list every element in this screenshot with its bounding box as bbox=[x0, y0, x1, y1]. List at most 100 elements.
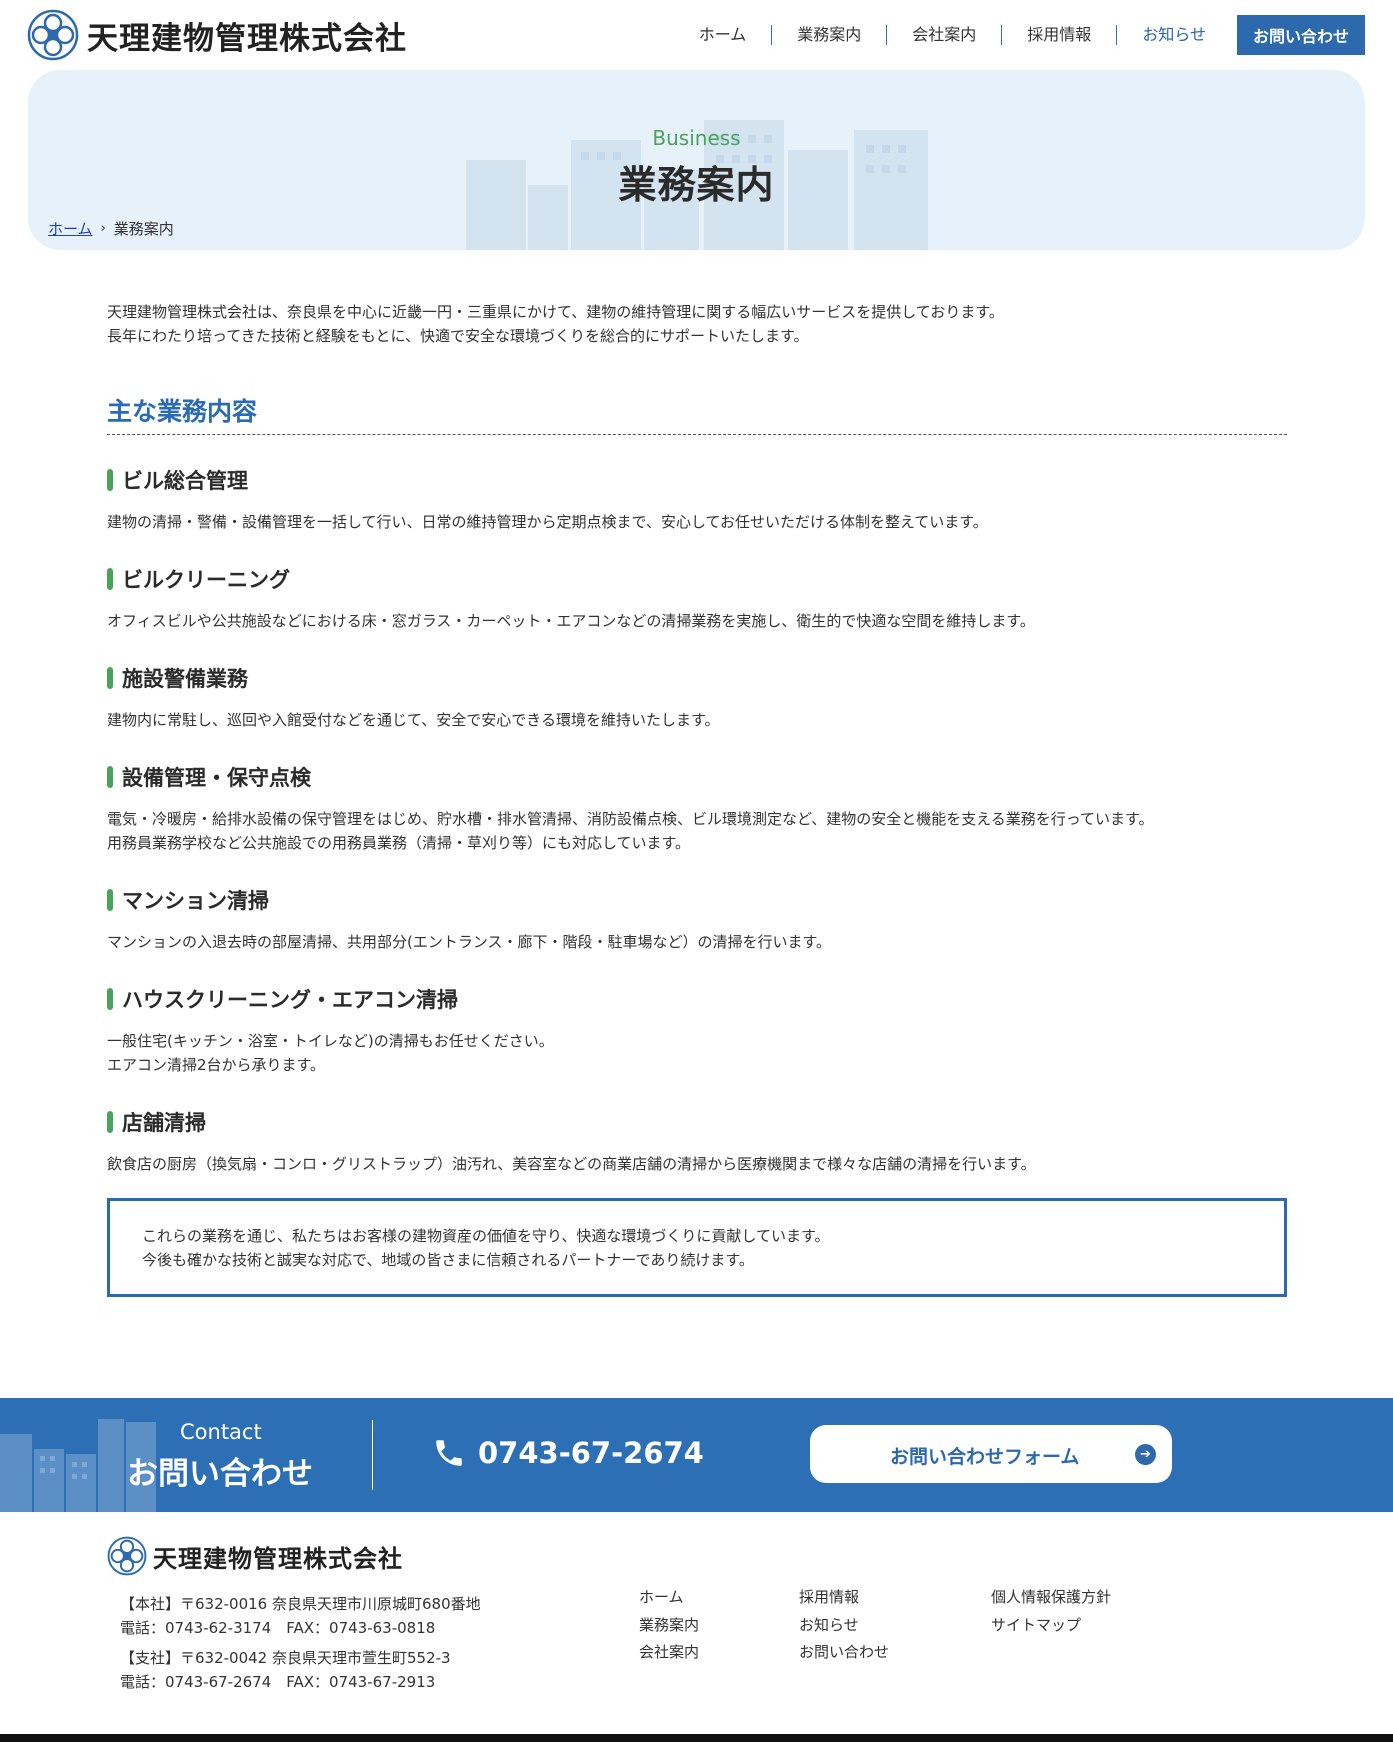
heading-accent-bar bbox=[107, 766, 113, 788]
nav-recruit[interactable]: 採用情報 bbox=[1002, 25, 1118, 45]
footer-link-sitemap[interactable]: サイトマップ bbox=[991, 1612, 1111, 1640]
intro-line: 天理建物管理株式会社は、奈良県を中心に近畿一円・三重県にかけて、建物の維持管理に… bbox=[107, 303, 1004, 321]
heading-accent-bar bbox=[107, 1111, 113, 1133]
footer-link-contact[interactable]: お問い合わせ bbox=[799, 1639, 889, 1667]
branch-address: 【支社】〒632-0042 奈良県天理市萱生町552-3 bbox=[120, 1649, 451, 1667]
service-description: オフィスビルや公共施設などにおける床・窓ガラス・カーペット・エアコンなどの清掃業… bbox=[107, 609, 1287, 633]
heading-accent-bar bbox=[107, 568, 113, 590]
service-description-line: 用務員業務学校など公共施設での用務員業務（清掃・草刈り等）にも対応しています。 bbox=[107, 834, 691, 852]
service-description-line: 電気・冷暖房・給排水設備の保守管理をはじめ、貯水槽・排水管清掃、消防設備点検、ビ… bbox=[107, 810, 1154, 828]
site-header: 天理建物管理株式会社 ホーム 業務案内 会社案内 採用情報 お知らせ お問い合わ… bbox=[0, 0, 1393, 70]
service-description: 飲食店の厨房（換気扇・コンロ・グリストラップ）油汚れ、美容室などの商業店舗の清掃… bbox=[107, 1152, 1287, 1176]
service-title: ビルクリーニング bbox=[122, 568, 290, 592]
footer-bottom-bar bbox=[0, 1734, 1393, 1742]
service-heading: 施設警備業務 bbox=[107, 663, 1287, 693]
footer-link-company[interactable]: 会社案内 bbox=[639, 1639, 699, 1667]
service-heading: マンション清掃 bbox=[107, 885, 1287, 915]
footer-nav-col: 個人情報保護方針 サイトマップ bbox=[991, 1584, 1111, 1639]
service-title: 施設警備業務 bbox=[122, 667, 248, 691]
service-description-line: 建物の清掃・警備・設備管理を一括して行い、日常の維持管理から定期点検まで、安心し… bbox=[107, 513, 988, 531]
intro-text: 天理建物管理株式会社は、奈良県を中心に近畿一円・三重県にかけて、建物の維持管理に… bbox=[107, 300, 1287, 348]
heading-accent-bar bbox=[107, 667, 113, 689]
company-address: 【本社】〒632-0016 奈良県天理市川原城町680番地 電話：0743-62… bbox=[120, 1592, 481, 1694]
breadcrumb-separator: › bbox=[100, 221, 106, 236]
service-item: マンション清掃 マンションの入退去時の部屋清掃、共用部分(エントランス・廊下・階… bbox=[107, 885, 1287, 954]
service-description: 建物内に常駐し、巡回や入館受付などを通じて、安全で安心できる環境を維持いたします… bbox=[107, 708, 1287, 732]
service-heading: 店舗清掃 bbox=[107, 1107, 1287, 1137]
global-nav: ホーム 業務案内 会社案内 採用情報 お知らせ お問い合わせ bbox=[674, 15, 1365, 55]
service-heading: ビルクリーニング bbox=[107, 564, 1287, 594]
service-item: ビルクリーニング オフィスビルや公共施設などにおける床・窓ガラス・カーペット・エ… bbox=[107, 564, 1287, 633]
logo-text: 天理建物管理株式会社 bbox=[87, 20, 407, 57]
site-logo[interactable]: 天理建物管理株式会社 bbox=[27, 9, 407, 61]
service-item: 設備管理・保守点検 電気・冷暖房・給排水設備の保守管理をはじめ、貯水槽・排水管清… bbox=[107, 762, 1287, 855]
service-heading: ハウスクリーニング・エアコン清掃 bbox=[107, 984, 1287, 1014]
footer-nav-col: 採用情報 お知らせ お問い合わせ bbox=[799, 1584, 889, 1667]
page-title: 業務案内 bbox=[618, 163, 775, 207]
service-title: ビル総合管理 bbox=[122, 469, 248, 493]
nav-news[interactable]: お知らせ bbox=[1117, 25, 1231, 45]
service-heading: ビル総合管理 bbox=[107, 465, 1287, 495]
service-item: 店舗清掃 飲食店の厨房（換気扇・コンロ・グリストラップ）油汚れ、美容室などの商業… bbox=[107, 1107, 1287, 1176]
service-title: ハウスクリーニング・エアコン清掃 bbox=[122, 988, 458, 1012]
breadcrumb: ホーム › 業務案内 bbox=[48, 218, 174, 239]
footer-logo-text: 天理建物管理株式会社 bbox=[153, 1543, 403, 1573]
service-item: ビル総合管理 建物の清掃・警備・設備管理を一括して行い、日常の維持管理から定期点… bbox=[107, 465, 1287, 534]
footer-nav-col: ホーム 業務案内 会社案内 bbox=[639, 1584, 699, 1667]
service-item: 施設警備業務 建物内に常駐し、巡回や入館受付などを通じて、安全で安心できる環境を… bbox=[107, 663, 1287, 732]
service-description-line: 飲食店の厨房（換気扇・コンロ・グリストラップ）油汚れ、美容室などの商業店舗の清掃… bbox=[107, 1155, 1036, 1173]
contact-button[interactable]: お問い合わせ bbox=[1237, 15, 1365, 55]
service-title: マンション清掃 bbox=[122, 889, 269, 913]
contact-label-ja: お問い合わせ bbox=[127, 1456, 313, 1492]
service-description: マンションの入退去時の部屋清掃、共用部分(エントランス・廊下・階段・駐車場など）… bbox=[107, 930, 1287, 954]
service-description: 電気・冷暖房・給排水設備の保守管理をはじめ、貯水槽・排水管清掃、消防設備点検、ビ… bbox=[107, 807, 1287, 855]
heading-accent-bar bbox=[107, 889, 113, 911]
page-hero: Business 業務案内 ホーム › 業務案内 bbox=[28, 70, 1365, 250]
footer-logo[interactable]: 天理建物管理株式会社 bbox=[107, 1536, 403, 1576]
nav-company[interactable]: 会社案内 bbox=[887, 25, 1003, 45]
footer-link-privacy[interactable]: 個人情報保護方針 bbox=[991, 1584, 1111, 1612]
head-office-tel: 電話：0743-62-3174 FAX：0743-63-0818 bbox=[120, 1619, 436, 1637]
arrow-right-icon: ➔ bbox=[1135, 1444, 1156, 1465]
service-heading: 設備管理・保守点検 bbox=[107, 762, 1287, 792]
intro-line: 長年にわたり培ってきた技術と経験をもとに、快適で安全な環境づくりを総合的にサポー… bbox=[107, 327, 809, 345]
logo-mark-icon bbox=[27, 9, 79, 61]
footer-link-business[interactable]: 業務案内 bbox=[639, 1612, 699, 1640]
divider bbox=[372, 1420, 373, 1490]
summary-line: 今後も確かな技術と誠実な対応で、地域の皆さまに信頼されるパートナーであり続けます… bbox=[142, 1251, 754, 1269]
contact-band: Contact お問い合わせ 0743-67-2674 お問い合わせフォーム ➔ bbox=[0, 1398, 1393, 1512]
service-description-line: 一般住宅(キッチン・浴室・トイレなど)の清掃もお任せください。 bbox=[107, 1032, 554, 1050]
footer-link-news[interactable]: お知らせ bbox=[799, 1612, 889, 1640]
page-subtitle: Business bbox=[652, 126, 741, 150]
service-item: ハウスクリーニング・エアコン清掃 一般住宅(キッチン・浴室・トイレなど)の清掃も… bbox=[107, 984, 1287, 1077]
nav-home[interactable]: ホーム bbox=[674, 25, 773, 45]
section-title: 主な業務内容 bbox=[107, 392, 1287, 435]
phone-number: 0743-67-2674 bbox=[478, 1436, 704, 1470]
footer-link-home[interactable]: ホーム bbox=[639, 1584, 699, 1612]
heading-accent-bar bbox=[107, 988, 113, 1010]
logo-mark-icon bbox=[107, 1536, 147, 1576]
service-description: 建物の清掃・警備・設備管理を一括して行い、日常の維持管理から定期点検まで、安心し… bbox=[107, 510, 1287, 534]
contact-form-label: お問い合わせフォーム bbox=[890, 1446, 1080, 1468]
service-description-line: マンションの入退去時の部屋清掃、共用部分(エントランス・廊下・階段・駐車場など）… bbox=[107, 933, 832, 951]
footer-link-recruit[interactable]: 採用情報 bbox=[799, 1584, 889, 1612]
service-description-line: オフィスビルや公共施設などにおける床・窓ガラス・カーペット・エアコンなどの清掃業… bbox=[107, 612, 1035, 630]
head-office-address: 【本社】〒632-0016 奈良県天理市川原城町680番地 bbox=[120, 1595, 481, 1613]
breadcrumb-home[interactable]: ホーム bbox=[48, 218, 93, 239]
breadcrumb-current: 業務案内 bbox=[113, 220, 174, 238]
phone-link[interactable]: 0743-67-2674 bbox=[432, 1436, 704, 1470]
service-title: 設備管理・保守点検 bbox=[122, 766, 311, 790]
contact-form-button[interactable]: お問い合わせフォーム ➔ bbox=[810, 1425, 1172, 1483]
summary-line: これらの業務を通じ、私たちはお客様の建物資産の価値を守り、快適な環境づくりに貢献… bbox=[142, 1227, 830, 1245]
nav-business[interactable]: 業務案内 bbox=[772, 25, 888, 45]
main-content: 天理建物管理株式会社は、奈良県を中心に近畿一円・三重県にかけて、建物の維持管理に… bbox=[107, 300, 1287, 1297]
service-description-line: エアコン清掃2台から承ります。 bbox=[107, 1056, 326, 1074]
service-description: 一般住宅(キッチン・浴室・トイレなど)の清掃もお任せください。 エアコン清掃2台… bbox=[107, 1029, 1287, 1077]
contact-label-en: Contact bbox=[180, 1420, 262, 1444]
phone-icon bbox=[436, 1440, 462, 1466]
service-title: 店舗清掃 bbox=[122, 1111, 206, 1135]
heading-accent-bar bbox=[107, 469, 113, 491]
service-description-line: 建物内に常駐し、巡回や入館受付などを通じて、安全で安心できる環境を維持いたします… bbox=[107, 711, 720, 729]
summary-box: これらの業務を通じ、私たちはお客様の建物資産の価値を守り、快適な環境づくりに貢献… bbox=[107, 1198, 1287, 1297]
branch-tel: 電話：0743-67-2674 FAX：0743-67-2913 bbox=[120, 1673, 436, 1691]
